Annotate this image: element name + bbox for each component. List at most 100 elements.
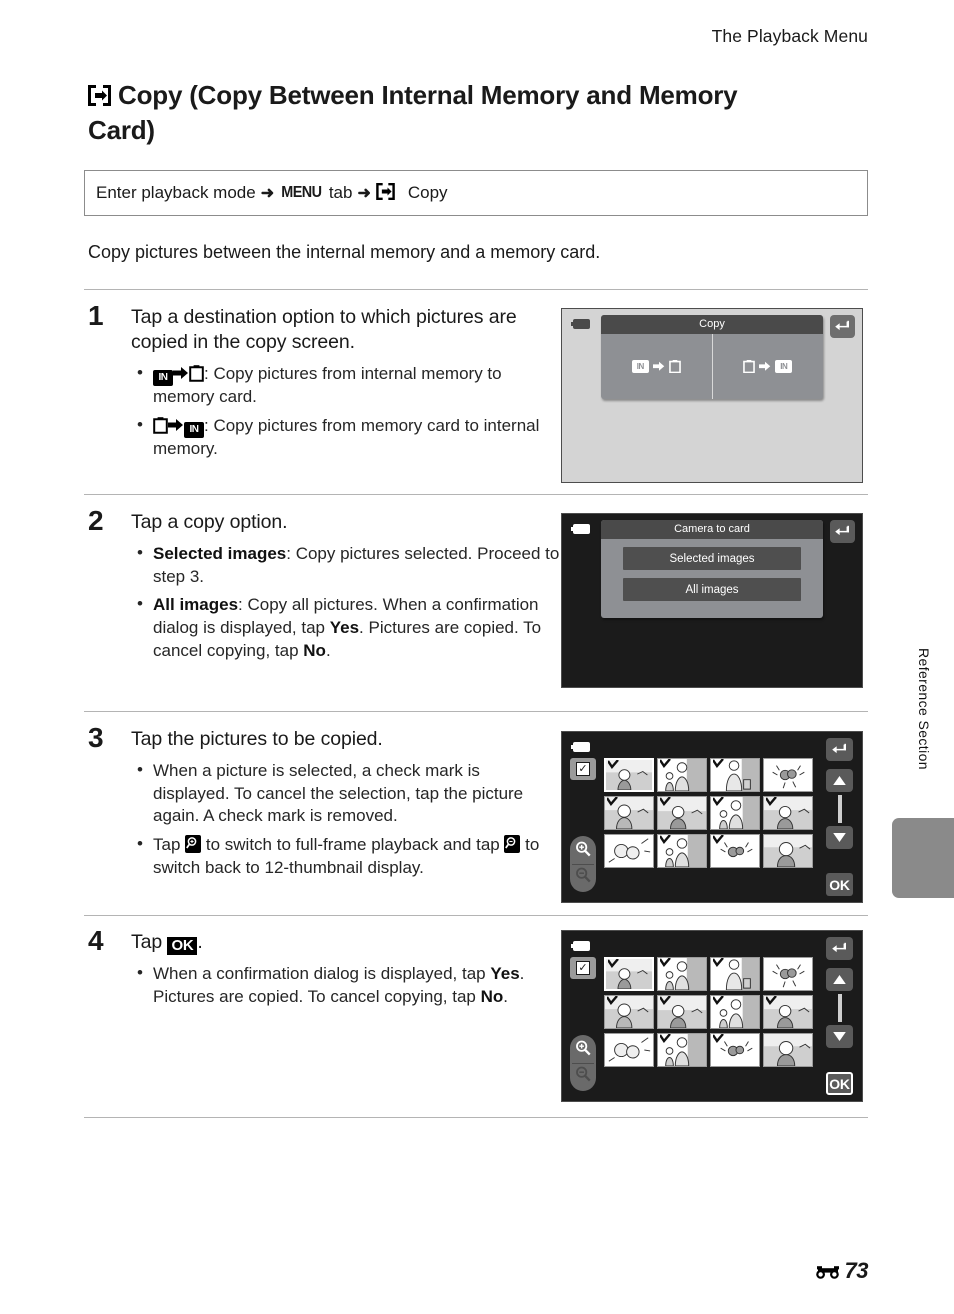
scroll-up-button[interactable] [826,968,853,991]
step-2-heading: Tap a copy option. [131,511,288,533]
thumbnail[interactable] [763,1033,813,1067]
menu-tab-label: MENU [281,184,322,201]
divider-1 [84,289,868,290]
page-title: Copy (Copy Between Internal Memory and M… [88,78,828,149]
thumbnail[interactable] [604,834,654,868]
thumbnail[interactable] [763,796,813,830]
thumbnail[interactable] [763,834,813,868]
back-icon [835,525,849,536]
running-header: The Playback Menu [711,26,868,46]
checkbox-icon[interactable]: ✓ [570,758,596,780]
back-button[interactable] [830,315,855,338]
page-title-line-2: Card) [88,115,155,146]
step-2-bullet-2: All images: Copy all pictures. When a co… [131,593,561,662]
zoom-controls [570,1035,596,1091]
selected-images-label: Selected images [153,543,287,563]
thumbnail[interactable] [763,995,813,1029]
thumbnail[interactable] [657,758,707,792]
step-4-bullet-1-text-a: When a confirmation dialog is displayed,… [153,964,491,983]
divider [572,863,594,865]
checkmark-icon [607,996,618,1005]
all-images-label: All images [153,595,239,615]
ok-button[interactable]: OK [826,873,853,896]
thumbnail[interactable] [604,796,654,830]
checkmark-icon [713,797,724,806]
step-4-bullet-1-text-c: . [503,986,509,1006]
arrow-right-icon [173,366,189,380]
down-arrow-icon [833,833,846,842]
thumbnail[interactable] [604,995,654,1029]
arrow-right-icon-2 [168,418,184,432]
back-icon [835,320,849,331]
internal-memory-icon-2: IN [184,421,204,438]
copy-icon [88,85,111,106]
ok-button[interactable]: OK [826,1072,853,1095]
reference-section-mark-icon [815,1263,841,1280]
thumbnail[interactable] [763,957,813,991]
back-button[interactable] [830,520,855,543]
down-arrow-icon [833,1032,846,1041]
step-2-screen: Camera to card Selected images All image… [561,513,863,688]
scroll-down-button[interactable] [826,826,853,849]
scrollbar[interactable] [838,994,842,1022]
thumbnail[interactable] [710,995,760,1029]
checkmark-icon [607,797,618,806]
all-images-button[interactable]: All images [623,578,801,601]
thumbnail[interactable] [710,758,760,792]
thumbnail[interactable] [657,1033,707,1067]
scroll-up-button[interactable] [826,769,853,792]
yes-label: Yes [329,618,360,638]
step-4-heading-b: . [197,931,203,953]
scroll-down-button[interactable] [826,1025,853,1048]
lead-paragraph: Copy pictures between the internal memor… [88,242,601,262]
checkmark-icon [766,996,777,1005]
thumbnail[interactable] [710,796,760,830]
option-internal-to-card[interactable]: IN [601,334,712,399]
zoom-in-button[interactable] [574,1039,592,1062]
zoom-out-button[interactable] [574,1065,592,1088]
back-icon [832,743,846,754]
step-1-bullet-1: IN: Copy pictures from internal memory t… [131,362,561,409]
copy-icon-breadcrumb [376,182,399,204]
thumbnail[interactable] [710,957,760,991]
zoom-in-button[interactable] [574,840,592,863]
checkmark-icon [660,797,671,806]
thumbnail[interactable] [657,796,707,830]
step-4-heading-a: Tap [131,931,168,953]
divider-5 [84,1117,868,1118]
scrollbar[interactable] [838,795,842,823]
checkbox-icon[interactable]: ✓ [570,957,596,979]
zoom-in-icon [576,1040,591,1055]
breadcrumb-part-1: Enter playback mode [96,183,256,202]
checkmark-icon [713,958,724,967]
checkmark-icon [713,835,724,844]
breadcrumb-part-2: Copy [407,183,448,202]
thumbnail[interactable] [710,1033,760,1067]
thumbnail[interactable] [657,957,707,991]
selected-images-button[interactable]: Selected images [623,547,801,570]
thumbnail[interactable] [604,1033,654,1067]
step-4-number: 4 [88,925,104,956]
copy-menu-panel: Copy IN IN [601,315,823,399]
battery-icon [571,524,593,534]
checkmark-icon [713,759,724,768]
page-title-line-1: Copy (Copy Between Internal Memory and M… [118,80,738,110]
yes-label: Yes [490,964,520,983]
zoom-out-icon [504,835,521,854]
thumbnail[interactable] [604,758,654,792]
internal-memory-icon: IN [153,369,173,386]
thumbnail[interactable] [710,834,760,868]
step-1-heading: Tap a destination option to which pictur… [131,306,517,353]
memory-card-icon [668,359,681,374]
thumbnail[interactable] [604,957,654,991]
thumbnail[interactable] [657,995,707,1029]
zoom-out-button[interactable] [574,866,592,889]
step-1-bullet-2: IN: Copy pictures from memory card to in… [131,414,561,461]
thumbnail[interactable] [657,834,707,868]
back-button[interactable] [826,738,853,761]
zoom-out-icon [576,867,591,882]
back-button[interactable] [826,937,853,960]
step-4-screen: ✓ OK [561,930,863,1102]
option-card-to-internal[interactable]: IN [711,334,824,399]
thumbnail[interactable] [763,758,813,792]
